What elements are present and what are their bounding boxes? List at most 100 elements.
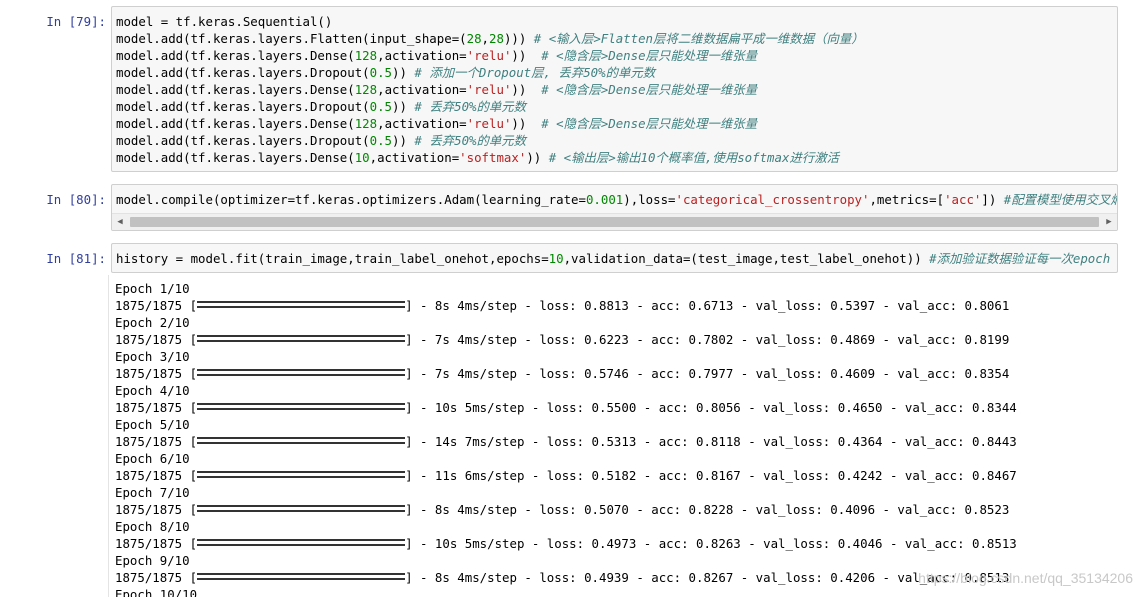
code-cell-80[interactable]: In [80]: model.compile(optimizer=tf.kera… — [0, 184, 1141, 231]
code-cell-81[interactable]: In [81]: history = model.fit(train_image… — [0, 243, 1141, 597]
code-token: # 丢弃50%的单元数 — [414, 133, 527, 148]
code-input[interactable]: model.compile(optimizer=tf.keras.optimiz… — [111, 184, 1118, 231]
epoch-progress-line: 1875/1875 [] - 8s 4ms/step - loss: 0.881… — [111, 297, 1118, 314]
scroll-right-icon[interactable]: ▶ — [1101, 214, 1117, 230]
code-token: )) — [392, 65, 415, 80]
epoch-progress-line: 1875/1875 [ ] - 10s 5ms/step - loss: 0.55… — [111, 399, 1118, 416]
step-count: 1875/1875 [ — [115, 536, 198, 551]
progress-bar-fill — [197, 301, 406, 308]
epoch-label: Epoch 5/10 — [115, 417, 190, 432]
code-token: 128 — [354, 116, 378, 131]
code-token: # <隐含层>Dense层只能处理一维张量 — [541, 116, 758, 131]
progress-bar-fill — [197, 573, 406, 580]
code-line: model.add(tf.keras.layers.Flatten(input_… — [112, 30, 1117, 47]
output-lines: Epoch 1/10 1875/1875 [] - 8s 4ms/step - l… — [111, 280, 1118, 597]
progress-bar — [197, 335, 406, 345]
code-token: ,activation= — [369, 150, 460, 165]
code-token: model.add(tf.keras.layers.Dense( — [116, 150, 355, 165]
output-prompt-area — [20, 275, 109, 597]
code-token: # <隐含层>Dense层只能处理一维张量 — [541, 82, 758, 97]
code-token: ,activation= — [377, 116, 467, 131]
progress-bar — [197, 301, 406, 311]
code-token: 'relu' — [466, 116, 512, 131]
code-token: model.add(tf.keras.layers.Dropout( — [116, 99, 370, 114]
code-token: history = model.fit(train_image,train_la… — [116, 251, 549, 266]
code-token: model = tf.keras.Sequential() — [116, 14, 333, 29]
progress-bar-fill — [197, 471, 406, 478]
code-line: model.add(tf.keras.layers.Dense(10,activ… — [112, 149, 1117, 166]
code-line: model = tf.keras.Sequential() — [112, 13, 1117, 30]
epoch-label: Epoch 8/10 — [115, 519, 190, 534]
epoch-stats: ] - 10s 5ms/step - loss: 0.5500 - acc: 0… — [405, 400, 1017, 415]
progress-bar — [197, 471, 406, 481]
code-token: )) — [392, 133, 415, 148]
code-token: 'softmax' — [459, 150, 527, 165]
step-count: 1875/1875 [ — [115, 400, 198, 415]
progress-bar-fill — [197, 335, 406, 342]
code-token: # <输出层>输出10个概率值,使用softmax进行激活 — [548, 150, 839, 165]
code-token: )) — [526, 150, 549, 165]
code-token: model.add(tf.keras.layers.Dropout( — [116, 65, 370, 80]
code-token: ,activation= — [377, 48, 467, 63]
epoch-stats: ] - 10s 5ms/step - loss: 0.4973 - acc: 0… — [405, 536, 1017, 551]
code-token: ),loss= — [623, 192, 676, 207]
epoch-stats: ] - 7s 4ms/step - loss: 0.5746 - acc: 0.… — [405, 366, 1010, 381]
progress-bar — [197, 403, 406, 413]
epoch-label: Epoch 9/10 — [115, 553, 190, 568]
code-token: 28 — [466, 31, 482, 46]
code-token: ))) — [503, 31, 534, 46]
code-token: 0.5 — [369, 65, 393, 80]
code-token: ,validation_data=(test_image,test_label_… — [563, 251, 930, 266]
code-token: 10 — [354, 150, 370, 165]
progress-bar-fill — [197, 437, 406, 444]
code-token: 28 — [489, 31, 504, 46]
code-token: model.add(tf.keras.layers.Flatten(input_… — [116, 31, 467, 46]
code-token: ,activation= — [377, 82, 467, 97]
epoch-label: Epoch 2/10 — [115, 315, 190, 330]
progress-bar — [197, 539, 406, 549]
code-lines: history = model.fit(train_image,train_la… — [112, 250, 1117, 267]
cell-prompt: In [79]: — [46, 14, 106, 29]
code-token: ]) — [981, 192, 1004, 207]
cell-output: Epoch 1/10 1875/1875 [] - 8s 4ms/step - l… — [111, 280, 1118, 597]
code-token: 128 — [354, 82, 378, 97]
epoch-progress-line: 1875/1875 [ ] - 10s 5ms/step - loss: 0.49… — [111, 535, 1118, 552]
scroll-thumb[interactable] — [130, 217, 1099, 227]
code-line: model.add(tf.keras.layers.Dropout(0.5)) … — [112, 132, 1117, 149]
code-line: model.add(tf.keras.layers.Dropout(0.5)) … — [112, 98, 1117, 115]
code-token: )) — [511, 48, 542, 63]
epoch-progress-line: 1875/1875 [] - 7s 4ms/step - loss: 0.622… — [111, 331, 1118, 348]
code-line: history = model.fit(train_image,train_la… — [112, 250, 1117, 267]
progress-bar — [197, 505, 406, 515]
code-line: model.add(tf.keras.layers.Dropout(0.5)) … — [112, 64, 1117, 81]
code-token: )) — [511, 82, 542, 97]
scroll-left-icon[interactable]: ◀ — [112, 214, 128, 230]
code-cell-79[interactable]: In [79]: model = tf.keras.Sequential() mo… — [0, 6, 1141, 172]
code-token: 'relu' — [466, 82, 512, 97]
step-count: 1875/1875 [ — [115, 366, 198, 381]
code-token: model.add(tf.keras.layers.Dense( — [116, 48, 355, 63]
step-count: 1875/1875 [ — [115, 502, 198, 517]
progress-bar — [197, 369, 406, 379]
code-token: ,metrics=[ — [869, 192, 945, 207]
horizontal-scrollbar[interactable]: ◀ ▶ — [112, 213, 1117, 230]
code-line: model.compile(optimizer=tf.keras.optimiz… — [112, 191, 1117, 208]
code-input[interactable]: model = tf.keras.Sequential() model.add(t… — [111, 6, 1118, 172]
code-input[interactable]: history = model.fit(train_image,train_la… — [111, 243, 1118, 273]
code-token: # 丢弃50%的单元数 — [414, 99, 527, 114]
step-count: 1875/1875 [ — [115, 468, 198, 483]
epoch-stats: ] - 11s 6ms/step - loss: 0.5182 - acc: 0… — [405, 468, 1017, 483]
epoch-label: Epoch 1/10 — [115, 281, 190, 296]
code-line: model.add(tf.keras.layers.Dense(128,acti… — [112, 81, 1117, 98]
code-token: 10 — [548, 251, 564, 266]
step-count: 1875/1875 [ — [115, 332, 198, 347]
epoch-progress-line: 1875/1875 [ ] - 7s 4ms/step - loss: 0.574… — [111, 365, 1118, 382]
code-token: model.add(tf.keras.layers.Dense( — [116, 82, 355, 97]
code-token: 'acc' — [944, 192, 982, 207]
epoch-progress-line: 1875/1875 [] - 8s 4ms/step - loss: 0.507… — [111, 501, 1118, 518]
code-token: 0.001 — [585, 192, 624, 207]
code-token: 0.5 — [369, 99, 393, 114]
code-token: #添加验证数据验证每一次epoch — [929, 251, 1111, 266]
watermark: https://blog.csdn.net/qq_35134206 — [918, 570, 1133, 586]
code-token: # 添加一个Dropout层, 丢弃50%的单元数 — [414, 65, 656, 80]
